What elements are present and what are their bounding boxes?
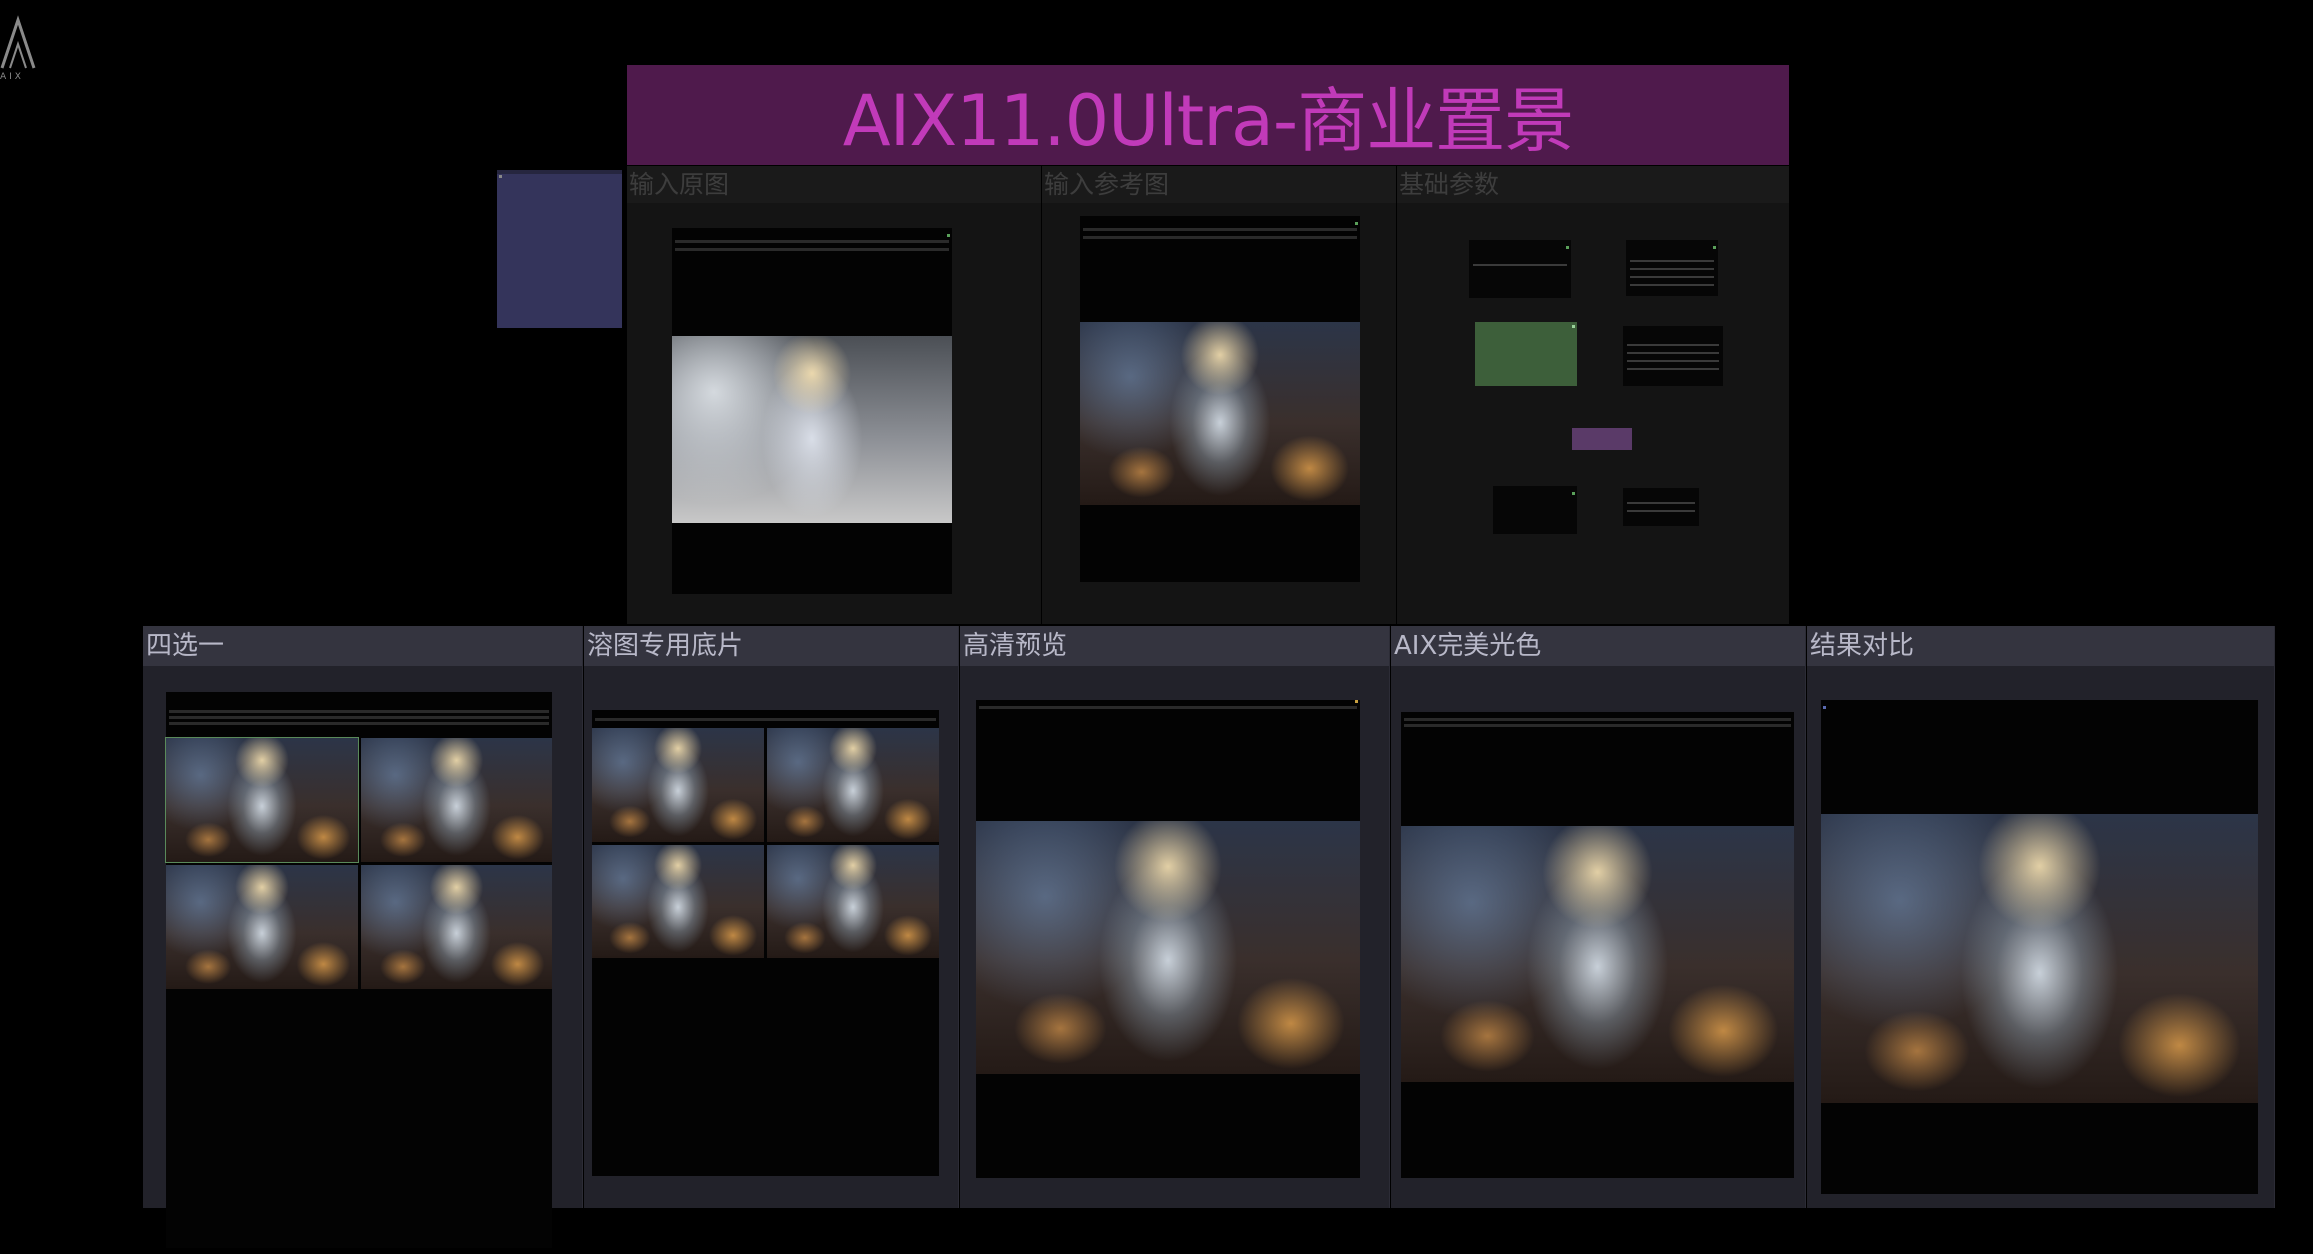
original-image <box>672 336 952 523</box>
preview-node-four[interactable] <box>165 692 552 1248</box>
node-widget-bar <box>1083 228 1357 231</box>
preview-node-light-color[interactable] <box>1401 712 1794 1178</box>
blend-image-2 <box>767 728 939 842</box>
output-port-icon[interactable] <box>1572 492 1575 495</box>
group-title-hd-preview: 高清预览 <box>960 626 1389 666</box>
group-pick-one-of-four[interactable]: 四选一 <box>143 626 583 1248</box>
compare-image[interactable] <box>1821 814 2258 1103</box>
param-widget-line <box>1627 360 1719 362</box>
param-node[interactable] <box>1623 488 1699 526</box>
output-port-icon[interactable] <box>1566 246 1569 249</box>
load-image-node-reference[interactable] <box>1080 216 1360 582</box>
group-basic-params[interactable]: 基础参数 <box>1397 166 1789 624</box>
compare-node[interactable] <box>1821 700 2258 1194</box>
hd-preview-image <box>976 821 1360 1074</box>
node-widget-bar <box>1404 724 1791 727</box>
group-title-blend-base: 溶图专用底片 <box>584 626 958 666</box>
logo-text: AIX <box>0 72 24 82</box>
param-node[interactable] <box>1493 486 1577 534</box>
node-widget-bar <box>169 722 549 725</box>
node-widget-bar <box>979 706 1357 709</box>
group-input-original[interactable]: 输入原图 <box>627 166 1041 624</box>
light-color-image <box>1401 826 1794 1082</box>
candidate-image-4[interactable] <box>360 865 552 989</box>
group-title-pick-one-of-four: 四选一 <box>143 626 582 666</box>
node-widget-bar <box>675 240 949 243</box>
group-title-result-compare: 结果对比 <box>1807 626 2274 666</box>
output-port-icon[interactable] <box>1355 700 1358 703</box>
reference-image <box>1080 322 1360 505</box>
param-widget-line <box>1627 502 1695 504</box>
param-node[interactable] <box>1469 240 1571 298</box>
group-result-compare[interactable]: 结果对比 <box>1807 626 2275 1208</box>
aix-logo: AIX <box>0 0 40 90</box>
four-image-grid[interactable] <box>165 737 552 989</box>
param-widget-line <box>1630 276 1714 278</box>
side-note-node[interactable] <box>497 170 622 328</box>
blend-image-1 <box>592 728 764 842</box>
group-aix-light-color[interactable]: AIX完美光色 <box>1391 626 1806 1208</box>
blend-image-3 <box>592 844 764 958</box>
purple-param-node[interactable] <box>1572 428 1632 450</box>
node-widget-bar <box>169 710 549 713</box>
output-port-icon[interactable] <box>947 234 950 237</box>
candidate-image-2[interactable] <box>360 738 552 862</box>
group-title-input-reference: 输入参考图 <box>1042 166 1396 203</box>
blend-image-4 <box>767 844 939 958</box>
page-title: AIX11.0Ultra-商业置景 <box>842 79 1574 162</box>
load-image-node-original[interactable] <box>672 228 952 594</box>
group-title-aix-light-color: AIX完美光色 <box>1391 626 1805 666</box>
group-title-input-original: 输入原图 <box>627 166 1041 203</box>
param-node[interactable] <box>1623 326 1723 386</box>
group-hd-preview[interactable]: 高清预览 <box>960 626 1390 1208</box>
param-widget-line <box>1630 268 1714 270</box>
node-widget-bar <box>1083 236 1357 239</box>
green-param-node[interactable] <box>1475 322 1577 386</box>
output-port-icon[interactable] <box>1713 246 1716 249</box>
input-port-icon[interactable] <box>1823 706 1826 709</box>
node-widget-bar <box>1404 718 1791 721</box>
param-widget-line <box>1473 264 1567 266</box>
node-widget-bar <box>169 716 549 719</box>
param-widget-line <box>1627 352 1719 354</box>
title-banner[interactable]: AIX11.0Ultra-商业置景 <box>627 65 1789 165</box>
param-node[interactable] <box>1626 240 1718 296</box>
group-blend-base[interactable]: 溶图专用底片 <box>584 626 959 1208</box>
param-widget-line <box>1630 260 1714 262</box>
node-widget-bar <box>595 718 936 721</box>
preview-node-hd[interactable] <box>976 700 1360 1178</box>
candidate-image-1[interactable] <box>165 737 359 863</box>
node-widget-bar <box>675 248 949 251</box>
group-input-reference[interactable]: 输入参考图 <box>1042 166 1396 624</box>
blend-image-grid <box>592 728 939 958</box>
param-widget-line <box>1627 510 1695 512</box>
param-widget-line <box>1630 284 1714 286</box>
group-title-basic-params: 基础参数 <box>1397 166 1789 203</box>
output-port-icon[interactable] <box>1355 222 1358 225</box>
aix-triangle-logo-icon <box>0 15 36 69</box>
param-widget-line <box>1627 344 1719 346</box>
output-port-icon[interactable] <box>1572 325 1575 328</box>
candidate-image-3[interactable] <box>166 865 358 989</box>
param-widget-line <box>1627 368 1719 370</box>
preview-node-blend[interactable] <box>592 710 939 1176</box>
